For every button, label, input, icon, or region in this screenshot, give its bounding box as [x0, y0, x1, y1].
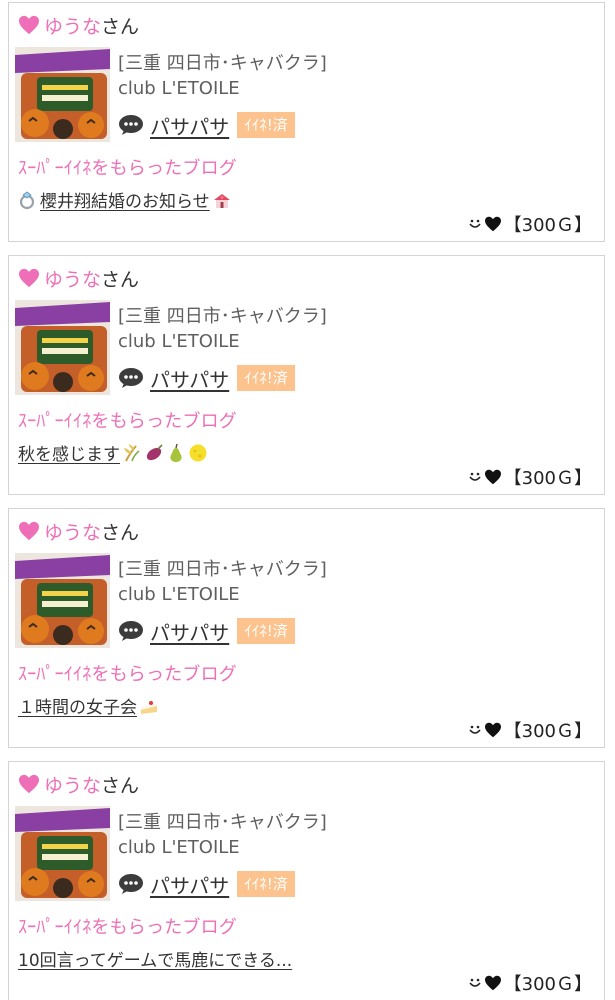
- shop-area: [三重 四日市･キャバクラ]: [118, 306, 327, 327]
- cast-row: パサパサ ｲｲﾈ!済: [118, 111, 295, 139]
- shop-area: [三重 四日市･キャバクラ]: [118, 53, 327, 74]
- user-name: ゆうな: [44, 268, 102, 291]
- cast-name-link[interactable]: パサパサ: [150, 617, 229, 646]
- points-row: 【300Ｇ】: [468, 211, 592, 237]
- shop-area: [三重 四日市･キャバクラ]: [118, 812, 327, 833]
- cast-thumbnail[interactable]: [15, 806, 110, 901]
- rice-emoji: [124, 443, 140, 461]
- pink-heart-icon: [19, 268, 39, 288]
- smile-icon: [469, 725, 481, 734]
- user-row[interactable]: ゆうな さん: [18, 770, 139, 798]
- user-row[interactable]: ゆうな さん: [18, 11, 139, 39]
- speech-bubble-icon: [119, 115, 143, 135]
- blog-like-feed: ゆうなさん [三重 四日市･キャバクラ] club L'ETOILE パサパサ: [0, 0, 615, 1000]
- pink-heart-icon: [19, 521, 39, 541]
- cast-row: パサパサ ｲｲﾈ!済: [118, 617, 295, 645]
- cast-thumbnail[interactable]: [15, 300, 110, 395]
- blog-title-link[interactable]: 櫻井翔結婚のお知らせ: [18, 187, 232, 212]
- black-heart-icon: [484, 722, 501, 738]
- shop-info[interactable]: [三重 四日市･キャバクラ] club L'ETOILE: [118, 304, 327, 354]
- user-row[interactable]: ゆうな さん: [18, 517, 139, 545]
- black-heart-icon: [484, 216, 501, 232]
- cast-name-link[interactable]: パサパサ: [150, 111, 229, 140]
- section-label: ｽｰﾊﾟｰｲｲﾈをもらったブログ: [18, 411, 237, 432]
- shop-info[interactable]: [三重 四日市･キャバクラ] club L'ETOILE: [118, 557, 327, 607]
- points-row: 【300Ｇ】: [468, 464, 592, 490]
- speech-bubble-icon: [119, 621, 143, 641]
- user-suffix: さん: [101, 774, 140, 797]
- shop-info[interactable]: [三重 四日市･キャバクラ] club L'ETOILE: [118, 51, 327, 101]
- shop-name: club L'ETOILE: [118, 78, 240, 99]
- blog-title-text: １時間の女子会: [18, 698, 137, 718]
- shop-name: club L'ETOILE: [118, 584, 240, 605]
- liked-badge: ｲｲﾈ!済: [237, 112, 295, 138]
- shop-info[interactable]: [三重 四日市･キャバクラ] club L'ETOILE: [118, 810, 327, 860]
- points-row: 【300Ｇ】: [468, 717, 592, 743]
- points-value: 【300Ｇ】: [503, 215, 592, 236]
- points-value: 【300Ｇ】: [503, 974, 592, 995]
- user-suffix: さん: [101, 268, 140, 291]
- cast-thumbnail[interactable]: [15, 47, 110, 142]
- user-name: ゆうな: [44, 521, 102, 544]
- smile-icon: [469, 978, 481, 987]
- blog-title-link[interactable]: １時間の女子会: [18, 693, 159, 718]
- black-heart-icon: [484, 469, 501, 485]
- user-suffix: さん: [101, 15, 140, 38]
- user-name: ゆうな: [44, 774, 102, 797]
- liked-badge: ｲｲﾈ!済: [237, 365, 295, 391]
- pink-heart-icon: [19, 15, 39, 35]
- pear-emoji: [170, 443, 182, 462]
- shop-name: club L'ETOILE: [118, 837, 240, 858]
- blog-title-text: 10回言ってゲームで馬鹿にできる...: [18, 951, 293, 971]
- sweet-potato-emoji: [146, 443, 163, 460]
- ring-emoji: [19, 191, 35, 209]
- section-label: ｽｰﾊﾟｰｲｲﾈをもらったブログ: [18, 917, 237, 938]
- cast-row: パサパサ ｲｲﾈ!済: [118, 870, 295, 898]
- cast-thumbnail[interactable]: [15, 553, 110, 648]
- user-row[interactable]: ゆうな さん: [18, 264, 139, 292]
- feed-card: ゆうなさん [三重 四日市･キャバクラ] club L'ETOILE パサパサ: [8, 255, 605, 495]
- liked-badge: ｲｲﾈ!済: [237, 871, 295, 897]
- cast-name-link[interactable]: パサパサ: [150, 870, 229, 899]
- liked-badge: ｲｲﾈ!済: [237, 618, 295, 644]
- points-value: 【300Ｇ】: [503, 468, 592, 489]
- chapel-emoji: [213, 193, 230, 208]
- smile-icon: [469, 472, 481, 481]
- feed-card: ゆうなさん [三重 四日市･キャバクラ] club L'ETOILE パサパサ: [8, 2, 605, 242]
- feed-card: ゆうなさん [三重 四日市･キャバクラ] club L'ETOILE パサパサ: [8, 761, 605, 1000]
- black-heart-icon: [484, 975, 501, 991]
- blog-title-text: 櫻井翔結婚のお知らせ: [40, 192, 210, 212]
- blog-title-text: 秋を感じます: [18, 445, 120, 465]
- feed-card: ゆうなさん [三重 四日市･キャバクラ] club L'ETOILE パサパサ: [8, 508, 605, 748]
- shop-area: [三重 四日市･キャバクラ]: [118, 559, 327, 580]
- moon-emoji: [189, 444, 207, 461]
- points-row: 【300Ｇ】: [468, 970, 592, 996]
- section-label: ｽｰﾊﾟｰｲｲﾈをもらったブログ: [18, 158, 237, 179]
- shop-name: club L'ETOILE: [118, 331, 240, 352]
- cast-name-link[interactable]: パサパサ: [150, 364, 229, 393]
- cast-row: パサパサ ｲｲﾈ!済: [118, 364, 295, 392]
- smile-icon: [469, 219, 481, 228]
- pink-heart-icon: [19, 774, 39, 794]
- user-name: ゆうな: [44, 15, 102, 38]
- speech-bubble-icon: [119, 874, 143, 894]
- blog-title-link[interactable]: 秋を感じます: [18, 440, 208, 465]
- cake-emoji: [141, 700, 157, 714]
- points-value: 【300Ｇ】: [503, 721, 592, 742]
- section-label: ｽｰﾊﾟｰｲｲﾈをもらったブログ: [18, 664, 237, 685]
- user-suffix: さん: [101, 521, 140, 544]
- speech-bubble-icon: [119, 368, 143, 388]
- blog-title-link[interactable]: 10回言ってゲームで馬鹿にできる...: [18, 946, 292, 971]
